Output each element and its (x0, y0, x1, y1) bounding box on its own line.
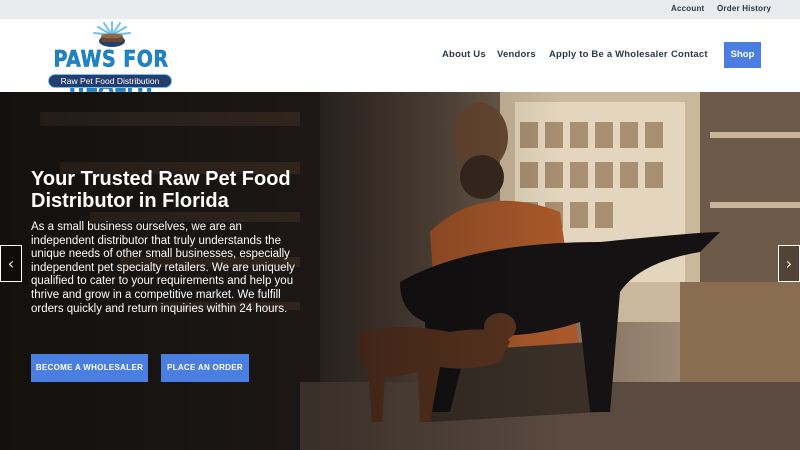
slider-prev-button[interactable]: ‹ (0, 245, 22, 282)
logo-tagline: Raw Pet Food Distribution (48, 74, 172, 88)
shop-button[interactable]: Shop (724, 42, 761, 68)
top-utility-bar: Account Order History (0, 0, 800, 19)
become-wholesaler-button[interactable]: BECOME A WHOLESALER (31, 354, 148, 382)
place-order-button[interactable]: PLACE AN ORDER (161, 354, 249, 382)
hero-slider: Your Trusted Raw Pet Food Distributor in… (0, 92, 800, 450)
chevron-right-icon: › (785, 254, 793, 273)
hero-heading: Your Trusted Raw Pet Food Distributor in… (31, 168, 291, 212)
site-header: PAWS FOR HEALTH Raw Pet Food Distributio… (0, 19, 800, 98)
nav-apply-wholesaler[interactable]: Apply to Be a Wholesaler (549, 49, 668, 60)
nav-about-us[interactable]: About Us (442, 49, 486, 60)
nav-vendors[interactable]: Vendors (497, 49, 536, 60)
order-history-link[interactable]: Order History (717, 4, 771, 13)
site-logo[interactable]: PAWS FOR HEALTH Raw Pet Food Distributio… (30, 21, 195, 98)
nav-contact[interactable]: Contact (671, 49, 708, 60)
logo-wordmark: PAWS FOR HEALTH (53, 46, 169, 97)
hero-description: As a small business ourselves, we are an… (31, 221, 295, 315)
chevron-left-icon: ‹ (7, 254, 15, 273)
account-link[interactable]: Account (671, 4, 704, 13)
slider-next-button[interactable]: › (778, 245, 800, 282)
